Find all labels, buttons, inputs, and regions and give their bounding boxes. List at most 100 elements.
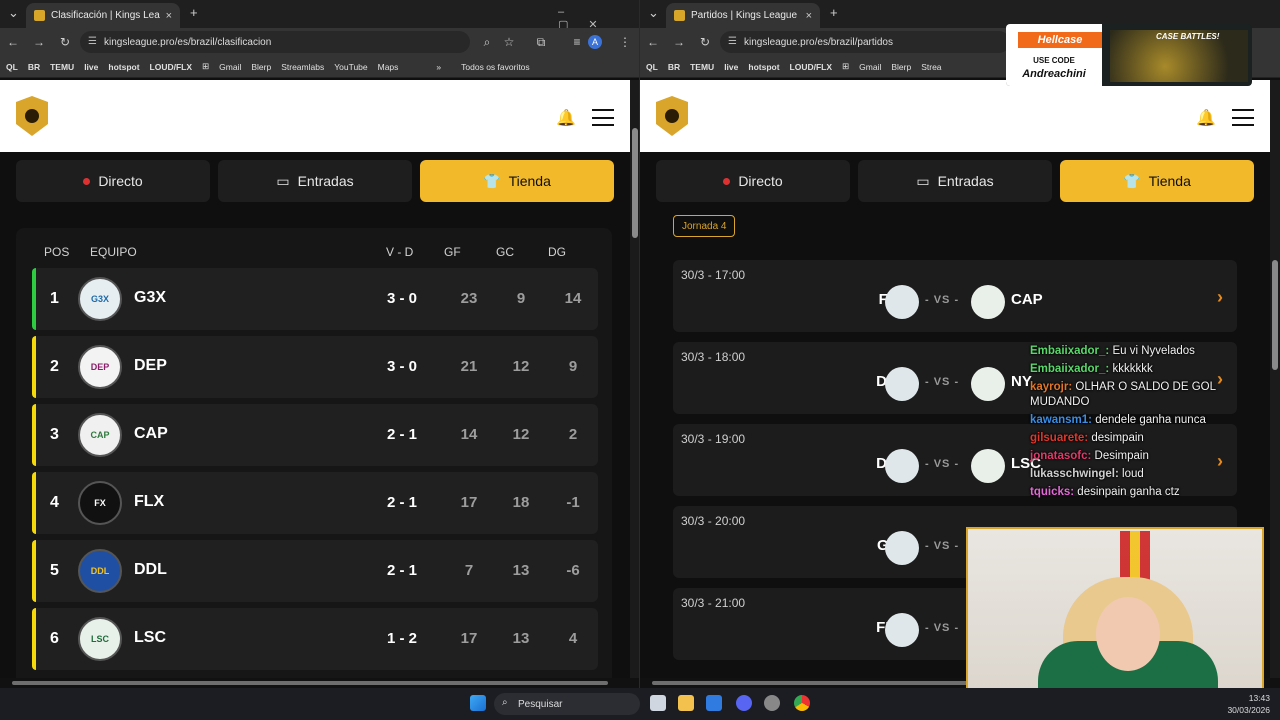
bookmark-blerp[interactable]: Blerp <box>251 62 271 72</box>
position-indicator-bar <box>32 404 36 466</box>
vertical-scrollbar-right[interactable] <box>1270 80 1280 680</box>
apps-grid-icon[interactable]: ⊞ <box>202 61 209 72</box>
chevron-right-icon[interactable]: › <box>1217 287 1223 308</box>
away-team: CAP <box>1011 291 1043 308</box>
task-view-icon[interactable] <box>650 695 666 711</box>
new-tab-icon[interactable]: + <box>190 5 198 20</box>
site-info-icon[interactable]: ☰ <box>88 36 97 47</box>
bookmark-loud-flx[interactable]: LOUD/FLX <box>150 62 193 72</box>
kings-league-logo[interactable] <box>656 96 688 136</box>
standings-row[interactable]: 6 LSC LSC 1 - 2 17 13 4 <box>32 608 598 670</box>
menu-icon[interactable]: ⋮ <box>612 35 638 49</box>
hellcase-logo: Hellcase <box>1018 32 1102 48</box>
away-crest-icon <box>971 367 1005 401</box>
forward-icon[interactable]: → <box>26 35 52 49</box>
bookmark-ql[interactable]: QL <box>646 62 658 72</box>
directo-button[interactable]: Directo <box>16 160 210 202</box>
chrome-icon[interactable] <box>794 695 810 711</box>
team-name[interactable]: DDL <box>134 561 167 579</box>
taskbar-search[interactable]: ⌕ Pesquisar <box>494 693 640 715</box>
round-badge[interactable]: Jornada 4 <box>673 215 736 237</box>
bookmark-all-favorites[interactable]: Todos os favoritos <box>461 62 530 72</box>
bookmark-hotspot[interactable]: hotspot <box>108 62 139 72</box>
discord-icon[interactable] <box>736 695 752 711</box>
profile-avatar[interactable]: A <box>588 35 602 49</box>
team-name[interactable]: G3X <box>134 289 166 307</box>
bookmarks-overflow[interactable]: » <box>436 62 441 72</box>
bookmark-streamlabs[interactable]: Strea <box>921 62 941 72</box>
reload-icon[interactable]: ↻ <box>52 35 78 49</box>
bookmark-star-icon[interactable]: ☆ <box>496 35 522 49</box>
start-icon[interactable] <box>470 695 486 711</box>
hamburger-menu-icon[interactable] <box>1232 109 1254 126</box>
tienda-button[interactable]: 👕 Tienda <box>420 160 614 202</box>
directo-button[interactable]: Directo <box>656 160 850 202</box>
entradas-button[interactable]: ▭ Entradas <box>858 160 1052 202</box>
chat-username: lukasschwingel: <box>1030 468 1119 480</box>
position-indicator-bar <box>32 472 36 534</box>
url-field[interactable]: ☰ kingsleague.pro/es/brazil/clasificacio… <box>80 31 470 53</box>
system-clock[interactable]: 13:43 30/03/2026 <box>1227 692 1270 716</box>
standings-row[interactable]: 5 DDL DDL 2 - 1 7 13 -6 <box>32 540 598 602</box>
close-tab-icon[interactable]: × <box>166 10 172 22</box>
team-name[interactable]: FLX <box>134 493 164 511</box>
bookmark-br[interactable]: BR <box>668 62 680 72</box>
ad-code: Andreachini <box>1022 68 1086 80</box>
entradas-button[interactable]: ▭ Entradas <box>218 160 412 202</box>
bookmark-live[interactable]: live <box>84 62 98 72</box>
reload-icon[interactable]: ↻ <box>692 35 718 49</box>
horizontal-scrollbar[interactable] <box>0 678 640 688</box>
extensions-icon[interactable]: ⧉ <box>528 35 554 50</box>
row-goals-for: 23 <box>460 290 478 307</box>
hamburger-menu-icon[interactable] <box>592 109 614 126</box>
mail-icon[interactable] <box>706 695 722 711</box>
home-crest-icon <box>885 367 919 401</box>
bookmark-loud-flx[interactable]: LOUD/FLX <box>790 62 833 72</box>
team-name[interactable]: DEP <box>134 357 167 375</box>
bookmark-streamlabs[interactable]: Streamlabs <box>281 62 324 72</box>
bookmark-blerp[interactable]: Blerp <box>891 62 911 72</box>
match-card[interactable]: 30/3 - 17:00FLX- VS -CAP› <box>673 260 1237 332</box>
new-tab-icon[interactable]: + <box>830 5 838 20</box>
file-explorer-icon[interactable] <box>678 695 694 711</box>
bookmark-maps[interactable]: Maps <box>378 62 399 72</box>
bookmark-temu[interactable]: TEMU <box>50 62 74 72</box>
standings-row[interactable]: 4 FX FLX 2 - 1 17 18 -1 <box>32 472 598 534</box>
bookmark-live[interactable]: live <box>724 62 738 72</box>
tab-partidos[interactable]: Partidos | Kings League Brazil × <box>666 3 820 28</box>
match-datetime: 30/3 - 20:00 <box>681 514 746 528</box>
back-icon[interactable]: ← <box>640 35 666 49</box>
media-icon[interactable]: ≡ <box>564 35 590 49</box>
team-name[interactable]: CAP <box>134 425 168 443</box>
directo-label: Directo <box>98 173 143 189</box>
bookmark-hotspot[interactable]: hotspot <box>748 62 779 72</box>
obs-icon[interactable] <box>764 695 780 711</box>
back-icon[interactable]: ← <box>0 35 26 49</box>
bookmark-ql[interactable]: QL <box>6 62 18 72</box>
bookmark-temu[interactable]: TEMU <box>690 62 714 72</box>
kings-league-logo[interactable] <box>16 96 48 136</box>
bookmark-gmail[interactable]: Gmail <box>859 62 881 72</box>
site-info-icon[interactable]: ☰ <box>728 36 737 47</box>
bookmark-br[interactable]: BR <box>28 62 40 72</box>
row-goals-for: 7 <box>464 562 474 579</box>
tienda-button[interactable]: 👕 Tienda <box>1060 160 1254 202</box>
forward-icon[interactable]: → <box>666 35 692 49</box>
bookmarks-bar: QL BR TEMU live hotspot LOUD/FLX ⊞ Gmail… <box>0 56 640 78</box>
standings-row[interactable]: 3 CAP CAP 2 - 1 14 12 2 <box>32 404 598 466</box>
url-field[interactable]: ☰ kingsleague.pro/es/brazil/partidos <box>720 31 1010 53</box>
notification-bell-icon[interactable]: 🔔 <box>1196 108 1216 128</box>
notification-bell-icon[interactable]: 🔔 <box>556 108 576 128</box>
tab-search-icon[interactable]: ⌄ <box>648 5 659 21</box>
tab-clasificacion[interactable]: Clasificación | Kings League Bra... × <box>26 3 180 28</box>
standings-row[interactable]: 2 DEP DEP 3 - 0 21 12 9 <box>32 336 598 398</box>
close-tab-icon[interactable]: × <box>806 10 812 22</box>
tab-search-icon[interactable]: ⌄ <box>8 5 19 21</box>
team-name[interactable]: LSC <box>134 629 166 647</box>
bookmark-youtube[interactable]: YouTube <box>334 62 367 72</box>
apps-grid-icon[interactable]: ⊞ <box>842 61 849 72</box>
chat-message: tquicks: desinpain ganha ctz <box>1030 485 1240 500</box>
standings-row[interactable]: 1 G3X G3X 3 - 0 23 9 14 <box>32 268 598 330</box>
bookmark-gmail[interactable]: Gmail <box>219 62 241 72</box>
url-text: kingsleague.pro/es/brazil/clasificacion <box>104 36 272 48</box>
